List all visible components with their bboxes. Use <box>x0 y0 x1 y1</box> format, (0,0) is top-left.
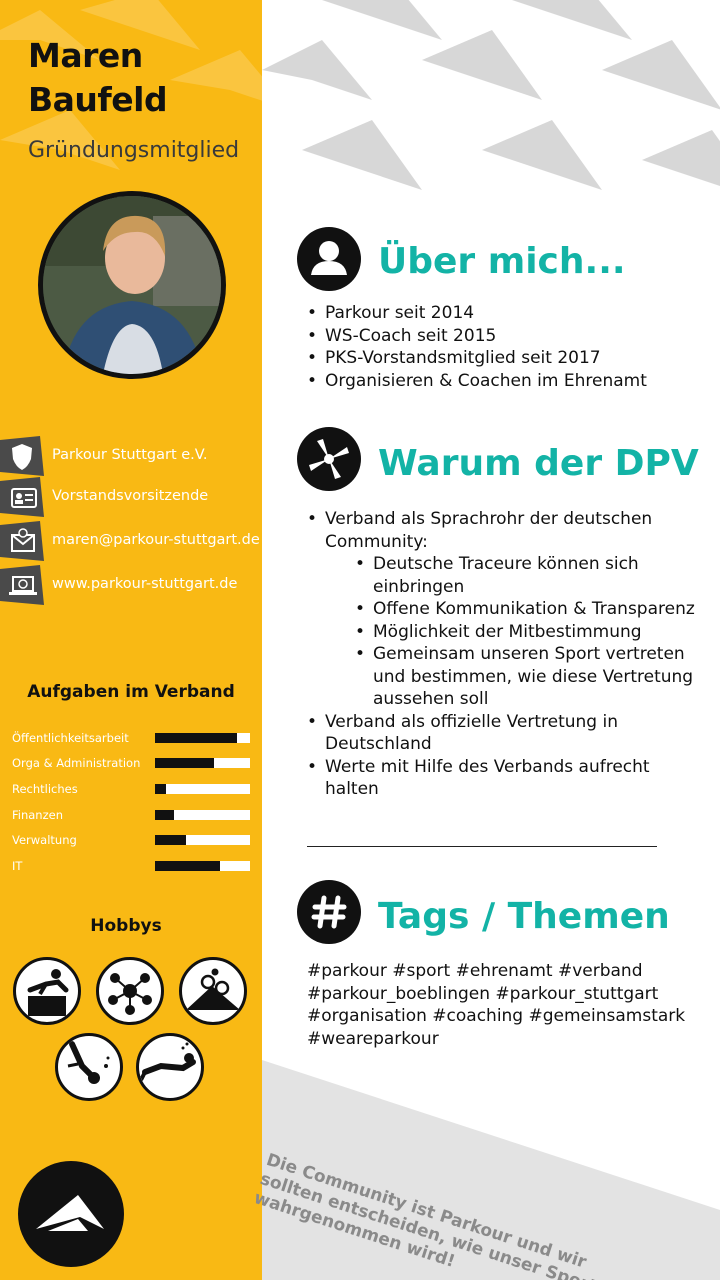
task-label: Rechtliches <box>12 782 78 796</box>
task-row: Rechtliches <box>12 782 252 796</box>
mountain-bike-icon <box>179 957 247 1025</box>
list-item: Parkour seit 2014 <box>307 302 647 325</box>
task-label: Finanzen <box>12 808 63 822</box>
tags-title: Tags / Themen <box>378 896 670 937</box>
why-title: Warum der DPV <box>378 443 699 484</box>
divider <box>307 846 657 847</box>
about-list: Parkour seit 2014 WS-Coach seit 2015 PKS… <box>307 302 647 392</box>
why-list: Verband als Sprachrohr der deutschen Com… <box>307 508 702 801</box>
tasks-title: Aufgaben im Verband <box>27 682 235 702</box>
info-website[interactable]: www.parkour-stuttgart.de <box>52 576 237 592</box>
task-level-fill <box>155 733 237 743</box>
logo-icon <box>36 1195 104 1231</box>
info-row-club: Parkour Stuttgart e.V. <box>0 436 262 476</box>
list-item: Verband als Sprachrohr der deutschen Com… <box>307 508 702 711</box>
sidebar: Maren Baufeld Gründungsmitglied Parkour … <box>0 0 262 1280</box>
task-label: Öffentlichkeitsarbeit <box>12 731 129 745</box>
header-pattern <box>262 0 720 200</box>
list-item: Verband als offizielle Vertretung in Deu… <box>307 711 702 756</box>
task-level-fill <box>155 758 214 768</box>
task-level-fill <box>155 784 167 794</box>
task-label: IT <box>12 859 23 873</box>
task-level-fill <box>155 861 220 871</box>
diving-icon <box>55 1033 123 1101</box>
last-name: Baufeld <box>28 80 168 119</box>
info-row-website: www.parkour-stuttgart.de <box>0 565 262 605</box>
profile-role: Gründungsmitglied <box>28 138 240 163</box>
list-item: WS-Coach seit 2015 <box>307 325 647 348</box>
task-level-bar <box>155 784 250 794</box>
list-item: Deutsche Traceure können sich einbringen <box>355 553 702 598</box>
avatar-photo <box>43 196 221 374</box>
about-title: Über mich... <box>378 241 626 282</box>
person-icon <box>297 227 361 291</box>
list-item: Werte mit Hilfe des Verbands aufrecht ha… <box>307 756 702 801</box>
task-level-bar <box>155 733 250 743</box>
task-row: Finanzen <box>12 808 252 822</box>
task-label: Orga & Administration <box>12 756 141 770</box>
parkour-vault-icon <box>13 957 81 1025</box>
network-icon <box>96 957 164 1025</box>
info-position: Vorstandsvorsitzende <box>52 488 209 504</box>
info-row-position: Vorstandsvorsitzende <box>0 477 262 517</box>
info-row-email: maren@parkour-stuttgart.de <box>0 521 262 561</box>
task-label: Verwaltung <box>12 833 77 847</box>
task-row: Verwaltung <box>12 833 252 847</box>
task-level-bar <box>155 835 250 845</box>
list-item: Möglichkeit der Mitbestimmung <box>355 621 702 644</box>
tags-text: #parkour #sport #ehrenamt #verband #park… <box>307 961 686 1049</box>
task-level-bar <box>155 861 250 871</box>
list-item: Offene Kommunikation & Transparenz <box>355 598 702 621</box>
list-item: PKS-Vorstandsmitglied seit 2017 <box>307 347 647 370</box>
why-sublist: Deutsche Traceure können sich einbringen… <box>355 553 702 711</box>
laptop-globe-icon <box>0 565 44 605</box>
profile-name: Maren Baufeld <box>28 34 168 122</box>
logo <box>18 1161 124 1267</box>
task-row: IT <box>12 859 252 873</box>
first-name: Maren <box>28 36 143 75</box>
info-club: Parkour Stuttgart e.V. <box>52 447 208 463</box>
shield-icon <box>0 436 44 476</box>
list-item: Gemeinsam unseren Sport vertreten und be… <box>355 643 702 711</box>
id-card-icon <box>0 477 44 517</box>
task-level-fill <box>155 835 187 845</box>
why-item-1: Verband als Sprachrohr der deutschen Com… <box>325 509 653 552</box>
mail-icon <box>0 521 44 561</box>
task-row: Orga & Administration <box>12 756 252 770</box>
task-level-bar <box>155 758 250 768</box>
list-item: Organisieren & Coachen im Ehrenamt <box>307 370 647 393</box>
info-email[interactable]: maren@parkour-stuttgart.de <box>52 532 260 548</box>
avatar <box>38 191 226 379</box>
hashtag-icon <box>297 880 361 944</box>
task-row: Öffentlichkeitsarbeit <box>12 731 252 745</box>
task-level-fill <box>155 810 174 820</box>
task-level-bar <box>155 810 250 820</box>
hobbys-title: Hobbys <box>90 916 162 936</box>
hands-together-icon <box>297 427 361 491</box>
snorkeling-icon <box>136 1033 204 1101</box>
